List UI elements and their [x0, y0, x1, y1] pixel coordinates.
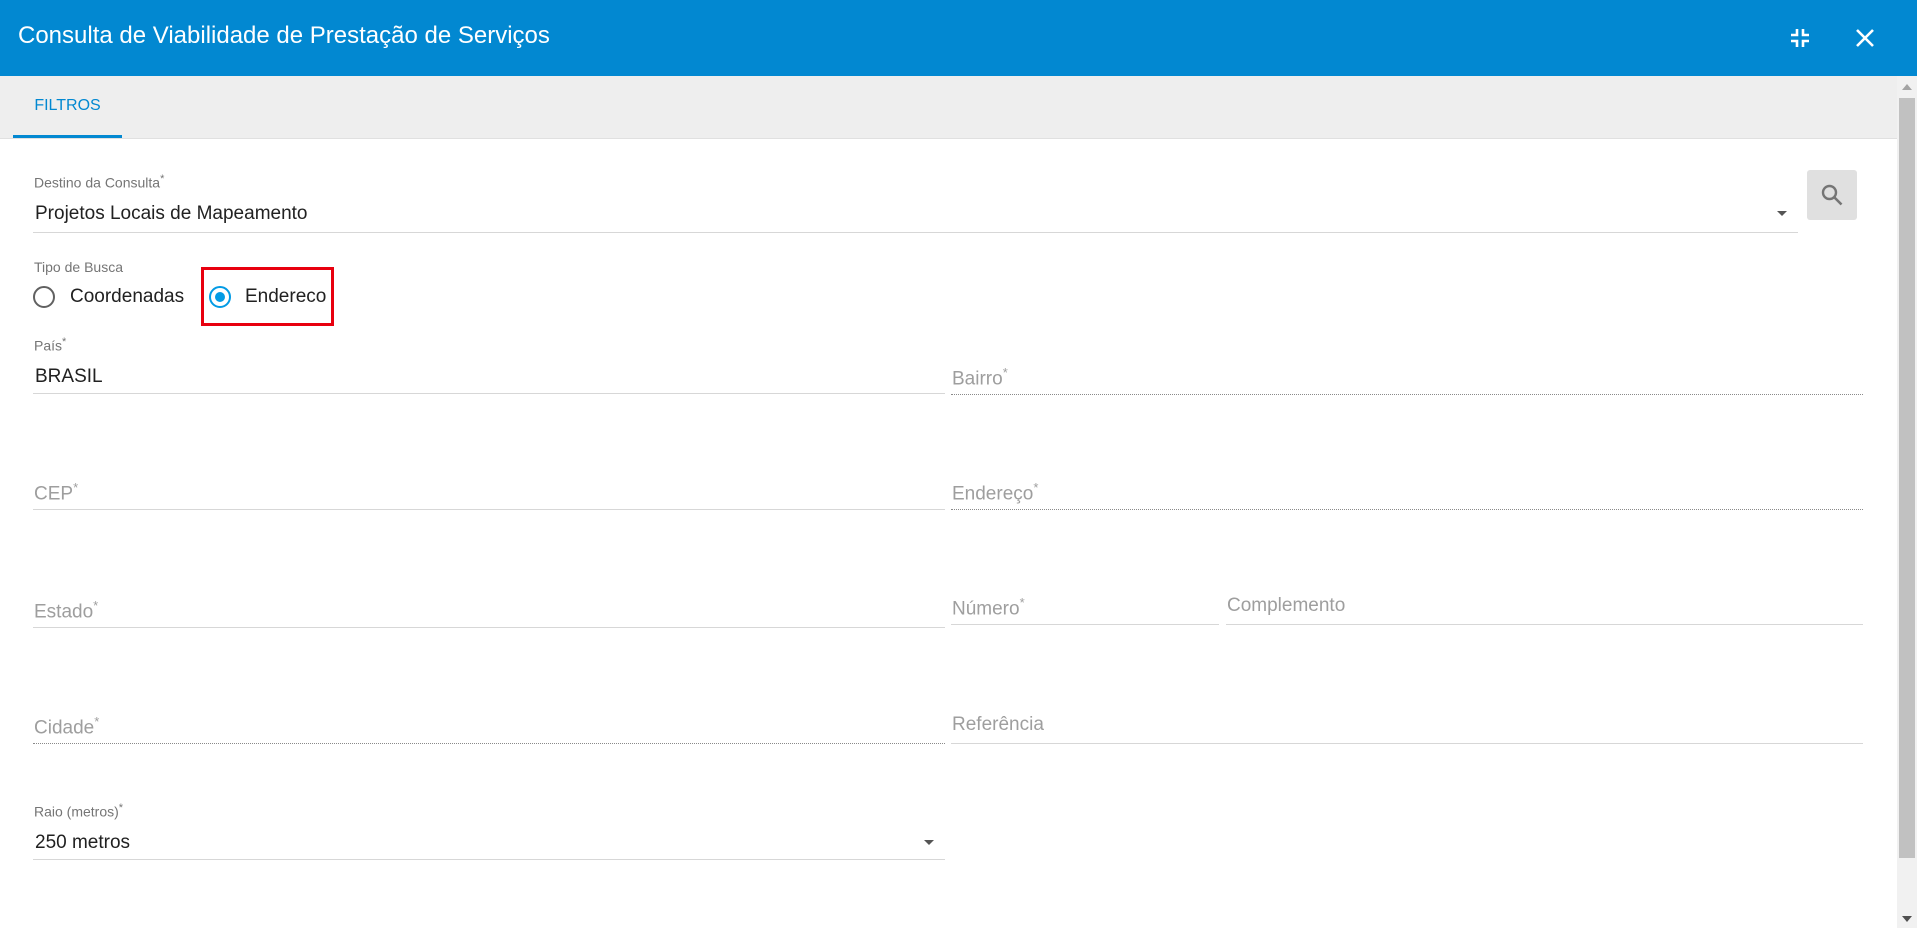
cep-underline [33, 509, 945, 510]
chevron-down-icon [924, 840, 934, 845]
tab-bar: FILTROS [0, 76, 1897, 139]
raio-underline [33, 859, 945, 860]
radio-coordenadas[interactable]: Coordenadas [33, 286, 193, 310]
complemento-placeholder: Complemento [1227, 595, 1346, 616]
bairro-placeholder: Bairro* [952, 365, 1008, 390]
destino-underline [33, 232, 1798, 233]
close-button[interactable] [1847, 20, 1883, 56]
referencia-placeholder: Referência [952, 714, 1044, 735]
dialog-titlebar: Consulta de Viabilidade de Prestação de … [0, 0, 1917, 76]
numero-field[interactable]: Número* [951, 590, 1219, 625]
cep-placeholder: CEP* [34, 480, 79, 505]
tipo-busca-label: Tipo de Busca [34, 259, 123, 275]
estado-underline [33, 627, 945, 628]
endereco-placeholder: Endereço* [952, 480, 1039, 505]
pais-field[interactable]: País* BRASIL [33, 336, 945, 394]
numero-underline [951, 624, 1219, 625]
dialog-title: Consulta de Viabilidade de Prestação de … [18, 22, 550, 49]
vertical-scrollbar[interactable] [1897, 76, 1917, 928]
chevron-down-icon [1777, 211, 1787, 216]
complemento-field[interactable]: Complemento [1226, 590, 1863, 625]
referencia-underline [951, 743, 1863, 744]
referencia-field[interactable]: Referência [951, 709, 1863, 744]
endereco-underline [951, 509, 1863, 510]
destino-label: Destino da Consulta* [34, 173, 165, 191]
scroll-down-arrow-icon[interactable] [1902, 916, 1912, 922]
pais-underline [33, 393, 945, 394]
estado-placeholder: Estado* [34, 598, 99, 623]
scroll-thumb[interactable] [1899, 98, 1915, 858]
raio-value: 250 metros [35, 832, 131, 853]
radio-circle-coordenadas[interactable] [33, 286, 55, 308]
endereco-field[interactable]: Endereço* [951, 475, 1863, 510]
tab-filtros[interactable]: FILTROS [13, 76, 122, 138]
raio-label: Raio (metros)* [34, 802, 124, 820]
estado-field[interactable]: Estado* [33, 593, 945, 628]
search-button[interactable] [1807, 170, 1857, 220]
cidade-placeholder: Cidade* [34, 714, 100, 739]
search-icon [1821, 184, 1843, 206]
scroll-up-arrow-icon[interactable] [1902, 84, 1912, 90]
collapse-icon [1791, 29, 1809, 47]
cep-field[interactable]: CEP* [33, 475, 945, 510]
cidade-underline [33, 743, 945, 744]
bairro-underline [951, 394, 1863, 395]
destino-select[interactable]: Destino da Consulta* Projetos Locais de … [33, 170, 1798, 233]
complemento-underline [1226, 624, 1863, 625]
collapse-button[interactable] [1782, 20, 1818, 56]
close-icon [1856, 29, 1874, 47]
cidade-field[interactable]: Cidade* [33, 709, 945, 744]
pais-value: BRASIL [35, 366, 103, 387]
destino-value: Projetos Locais de Mapeamento [35, 203, 308, 224]
raio-select[interactable]: Raio (metros)* 250 metros [33, 800, 945, 860]
numero-placeholder: Número* [952, 595, 1025, 620]
radio-label-coordenadas: Coordenadas [70, 286, 185, 307]
highlight-box [201, 267, 334, 326]
bairro-field[interactable]: Bairro* [951, 360, 1863, 395]
pais-label: País* [34, 336, 67, 354]
